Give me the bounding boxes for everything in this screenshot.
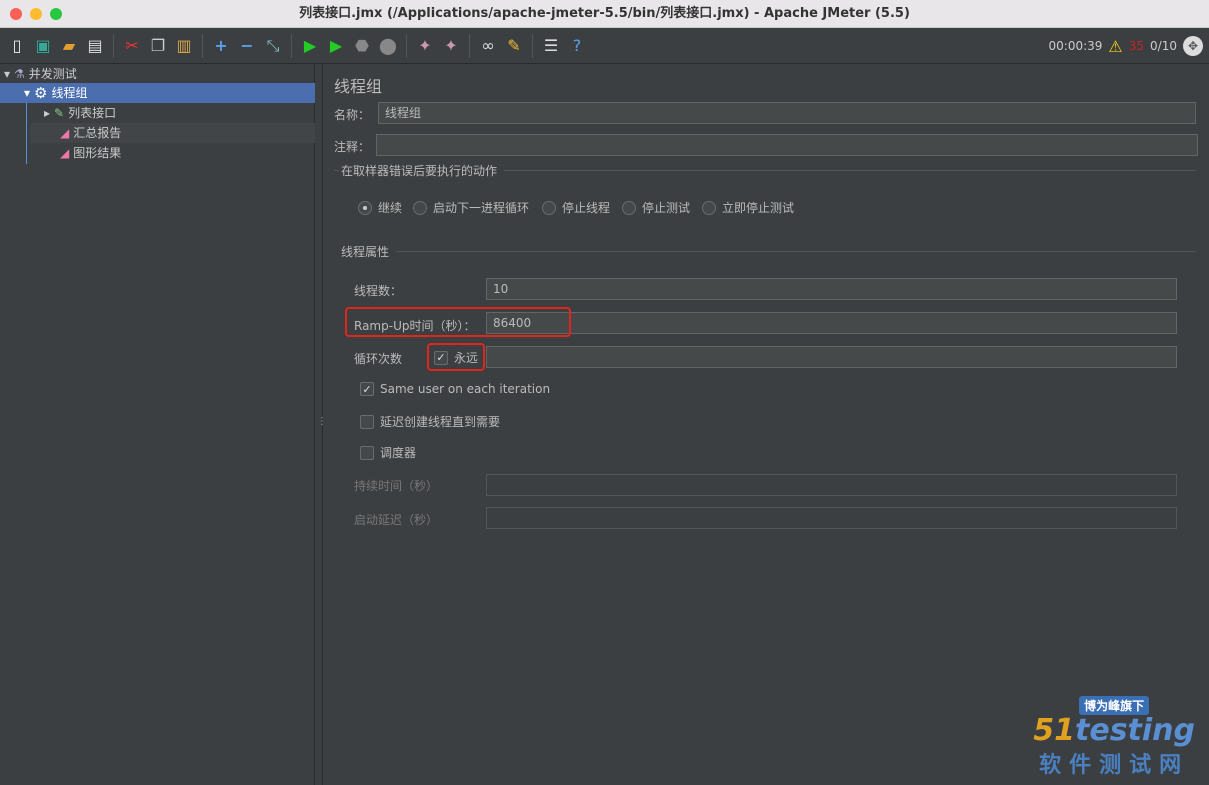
search-icon[interactable]: ∞ bbox=[477, 35, 499, 57]
paste-icon[interactable]: ▥ bbox=[173, 35, 195, 57]
gear-icon: ⚙ bbox=[34, 84, 48, 102]
thread-group-panel: 线程组 名称： 线程组 注释： 在取样器错误后要执行的动作 继续 启动下一进程循… bbox=[324, 64, 1209, 785]
templates-icon[interactable]: ▣ bbox=[32, 35, 54, 57]
close-window-button[interactable] bbox=[10, 8, 22, 20]
radio-start-next-loop[interactable]: 启动下一进程循环 bbox=[413, 199, 529, 216]
expand-icon[interactable]: + bbox=[210, 35, 232, 57]
error-action-group-title: 在取样器错误后要执行的动作 bbox=[341, 164, 498, 178]
comment-field[interactable] bbox=[376, 134, 1198, 156]
window-titlebar: 列表接口.jmx (/Applications/apache-jmeter-5.… bbox=[0, 0, 1209, 28]
start-no-pause-icon[interactable]: ▶ bbox=[325, 35, 347, 57]
threads-label: 线程数： bbox=[354, 284, 403, 298]
delay-thread-creation-checkbox[interactable]: 延迟创建线程直到需要 bbox=[360, 413, 500, 430]
sampler-pen-icon: ✎ bbox=[54, 106, 65, 120]
chart-icon: ◢ bbox=[60, 126, 70, 140]
collapse-arrow-icon[interactable]: ▸ bbox=[44, 103, 50, 123]
save-icon[interactable]: ▤ bbox=[84, 35, 106, 57]
comment-label: 注释： bbox=[334, 140, 371, 154]
reset-search-icon[interactable]: ✎ bbox=[503, 35, 525, 57]
watermark-logo: 博为峰旗下 51testing 软件测试网 bbox=[1033, 696, 1195, 779]
duration-field[interactable] bbox=[486, 474, 1177, 496]
expand-arrow-icon[interactable]: ▾ bbox=[24, 83, 30, 103]
test-plan-tree: ▾ ⚗ 并发测试 ▾ ⚙ 线程组 ▸ ✎ 列表接口 ◢ 汇总报告 ◢ 图形结果 bbox=[0, 64, 315, 785]
loop-count-field[interactable] bbox=[486, 346, 1177, 368]
tree-item-test-plan[interactable]: ▾ ⚗ 并发测试 bbox=[4, 64, 315, 84]
page-title: 线程组 bbox=[334, 77, 383, 96]
window-title: 列表接口.jmx (/Applications/apache-jmeter-5.… bbox=[299, 6, 910, 21]
toolbar: ▯ ▣ ▰ ▤ ✂ ❐ ▥ + − ⤡ ▶ ▶ ⬣ ⬤ ✦ ✦ ∞ ✎ ☰ ? bbox=[0, 28, 1209, 64]
open-icon[interactable]: ▰ bbox=[58, 35, 80, 57]
remote-icon[interactable]: ✥ bbox=[1183, 36, 1203, 56]
same-user-checkbox[interactable]: ✓ Same user on each iteration bbox=[360, 382, 550, 396]
loop-count-label: 循环次数 bbox=[354, 352, 403, 366]
chart-icon: ◢ bbox=[60, 146, 70, 160]
help-icon[interactable]: ? bbox=[566, 35, 588, 57]
collapse-icon[interactable]: − bbox=[236, 35, 258, 57]
startup-delay-label: 启动延迟（秒） bbox=[354, 513, 439, 527]
radio-continue[interactable]: 继续 bbox=[358, 199, 402, 216]
highlight-box bbox=[345, 307, 571, 337]
scheduler-checkbox[interactable]: 调度器 bbox=[360, 444, 416, 461]
warning-icon[interactable]: ⚠ bbox=[1108, 37, 1122, 56]
threads-field[interactable]: 10 bbox=[486, 278, 1177, 300]
cut-icon[interactable]: ✂ bbox=[121, 35, 143, 57]
new-icon[interactable]: ▯ bbox=[6, 35, 28, 57]
flask-icon: ⚗ bbox=[14, 67, 25, 81]
elapsed-time: 00:00:39 bbox=[1048, 39, 1103, 53]
minimize-window-button[interactable] bbox=[30, 8, 42, 20]
thread-properties-group-title: 线程属性 bbox=[341, 245, 390, 259]
radio-stop-test-now[interactable]: 立即停止测试 bbox=[702, 199, 794, 216]
stop-icon[interactable]: ⬣ bbox=[351, 35, 373, 57]
splitter[interactable]: ⋮ bbox=[315, 64, 327, 785]
zoom-window-button[interactable] bbox=[50, 8, 62, 20]
tree-item-list-api[interactable]: ▸ ✎ 列表接口 bbox=[44, 103, 315, 123]
name-label: 名称： bbox=[334, 108, 371, 122]
duration-label: 持续时间（秒） bbox=[354, 479, 439, 493]
shutdown-icon[interactable]: ⬤ bbox=[377, 35, 399, 57]
radio-stop-test[interactable]: 停止测试 bbox=[622, 199, 690, 216]
clear-icon[interactable]: ✦ bbox=[414, 35, 436, 57]
tree-item-graph-results[interactable]: ◢ 图形结果 bbox=[60, 143, 121, 163]
rampup-field[interactable]: 86400 bbox=[486, 312, 1177, 334]
radio-stop-thread[interactable]: 停止线程 bbox=[542, 199, 610, 216]
status-area: 00:00:39 ⚠ 35 0/10 ✥ bbox=[1049, 36, 1203, 56]
startup-delay-field[interactable] bbox=[486, 507, 1177, 529]
error-count: 35 bbox=[1128, 39, 1145, 53]
thread-count: 0/10 bbox=[1150, 39, 1177, 53]
toggle-icon[interactable]: ⤡ bbox=[262, 35, 284, 57]
tree-item-summary-report[interactable]: ◢ 汇总报告 bbox=[30, 123, 315, 143]
highlight-box bbox=[427, 343, 485, 371]
name-field[interactable]: 线程组 bbox=[378, 102, 1196, 124]
tree-item-thread-group[interactable]: ▾ ⚙ 线程组 bbox=[0, 83, 315, 103]
copy-icon[interactable]: ❐ bbox=[147, 35, 169, 57]
expand-arrow-icon[interactable]: ▾ bbox=[4, 64, 10, 84]
function-helper-icon[interactable]: ☰ bbox=[540, 35, 562, 57]
clear-all-icon[interactable]: ✦ bbox=[440, 35, 462, 57]
start-icon[interactable]: ▶ bbox=[299, 35, 321, 57]
